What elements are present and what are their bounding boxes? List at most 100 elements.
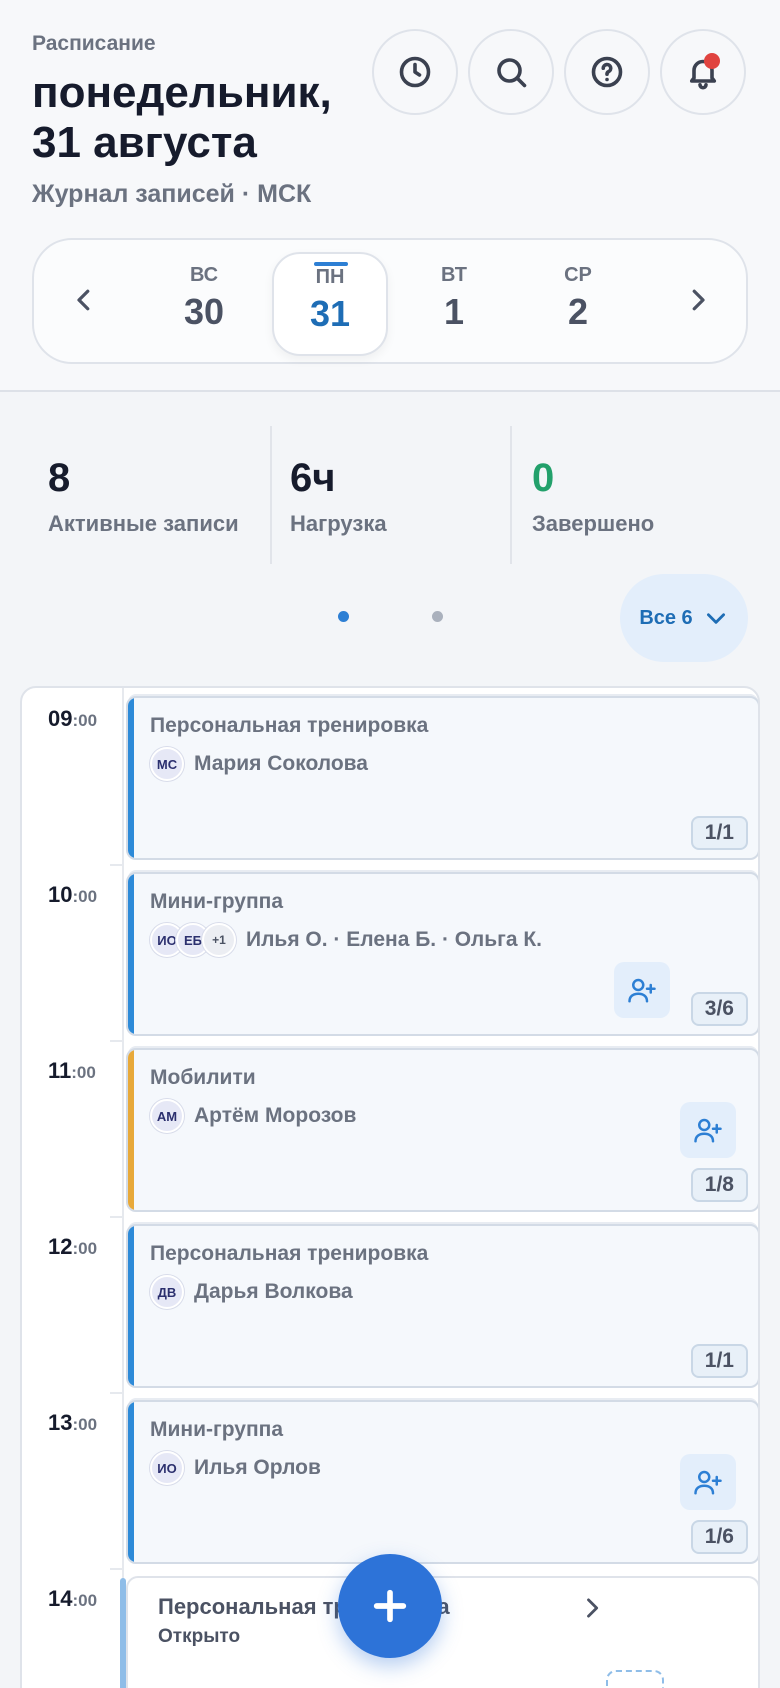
- session-title: Персональная тренировка: [150, 1242, 429, 1265]
- session-card[interactable]: Мобилити АМ Артём Морозов 1/8: [126, 1048, 758, 1212]
- open-details[interactable]: [474, 1594, 599, 1624]
- time-divider: [122, 688, 124, 1688]
- search-icon: [497, 58, 527, 88]
- user-plus-icon: [694, 1470, 722, 1495]
- filter-dropdown[interactable]: Все 6: [620, 574, 748, 662]
- day-mon-31-selected[interactable]: ПН 31: [272, 252, 388, 356]
- day-number: 30: [183, 291, 225, 332]
- slot-status: Открыто: [158, 1626, 241, 1647]
- next-day-button[interactable]: [668, 270, 728, 330]
- session-title: Мобилити: [150, 1066, 256, 1089]
- prev-day-button[interactable]: [54, 270, 114, 330]
- help-icon: [591, 56, 623, 88]
- capacity-badge: 1/6: [690, 1520, 748, 1554]
- plus-icon: [373, 1589, 407, 1623]
- capacity-badge: 1/1: [690, 1344, 748, 1378]
- stat-value: 0: [532, 456, 555, 500]
- stat-value: 8: [48, 456, 71, 500]
- stat-label: Активные записи: [48, 511, 239, 536]
- day-number: 31: [309, 293, 351, 334]
- day-of-week: ПН: [315, 266, 345, 288]
- day-of-week: СР: [564, 264, 592, 286]
- day-number: 1: [443, 291, 465, 332]
- hour-tick: [110, 1568, 124, 1570]
- help-button[interactable]: [564, 29, 650, 115]
- hour-tick: [110, 1216, 124, 1218]
- stat-completed: 0 Завершено: [508, 426, 654, 564]
- selected-indicator: [314, 262, 348, 266]
- history-button[interactable]: [372, 29, 458, 115]
- capacity-badge: 1/8: [690, 1168, 748, 1202]
- avatar: ИО: [150, 1451, 184, 1485]
- add-participant-button[interactable]: [680, 1454, 736, 1510]
- session-accent: [120, 1578, 126, 1688]
- app-header: Расписание понедельник, 31 августа Журна…: [0, 0, 780, 392]
- session-accent: [128, 874, 134, 1034]
- date-picker: ВС 30 ПН 31 ВТ 1 СР 2: [32, 238, 748, 364]
- day-sun-30[interactable]: ВС 30: [146, 252, 262, 356]
- session-accent: [128, 1402, 134, 1562]
- participant-names: Дарья Волкова: [194, 1280, 353, 1303]
- hour-tick: [110, 864, 124, 866]
- clock-icon: [399, 56, 431, 88]
- session-participants: АМ Артём Морозов: [150, 1098, 356, 1134]
- schedule-timeline: 09:00 10:00 11:00 12:00 13:00 14:00 Перс…: [20, 686, 760, 1688]
- chevron-right-icon: [692, 289, 705, 311]
- session-title: Мини-группа: [150, 890, 284, 913]
- avatar: АМ: [150, 1099, 184, 1133]
- stat-label: Завершено: [532, 511, 655, 536]
- capacity-badge: 3/6: [690, 992, 748, 1026]
- participant-names: Мария Соколова: [194, 752, 368, 775]
- day-wed-2[interactable]: СР 2: [520, 252, 636, 356]
- page-title: понедельник, 31 августа: [32, 68, 332, 167]
- capacity-badge: 1/1: [690, 816, 748, 850]
- hour-tick: [110, 1392, 124, 1394]
- user-plus-icon: [628, 978, 656, 1003]
- time-label: 14:00: [48, 1586, 98, 1611]
- session-title: Мини-группа: [150, 1418, 284, 1441]
- time-label: 12:00: [48, 1234, 98, 1259]
- session-accent: [128, 1226, 134, 1386]
- stats-panel: 8 Активные записи 6ч Нагрузка 0 Завершен…: [24, 426, 756, 564]
- open-slot-card[interactable]: Персональная тренировка Открыто: [120, 1576, 758, 1688]
- chevron-left-icon: [77, 289, 90, 311]
- time-label: 09:00: [48, 706, 98, 731]
- add-participant-button[interactable]: [680, 1102, 736, 1158]
- chevron-right-icon: [587, 1598, 599, 1618]
- participant-names: Артём Морозов: [194, 1104, 357, 1127]
- session-participants: ИО Илья Орлов: [150, 1450, 321, 1486]
- stat-load: 6ч Нагрузка: [266, 426, 387, 564]
- avatar: МС: [150, 747, 184, 781]
- session-participants: ДВ Дарья Волкова: [150, 1274, 353, 1310]
- filter-label: Все 6: [639, 606, 693, 629]
- time-label: 10:00: [48, 882, 98, 907]
- session-participants: ИО ЕБ +1 Илья О. · Елена Б. · Ольга К.: [150, 922, 542, 958]
- avatar-more: +1: [202, 923, 236, 957]
- participant-names: Илья Орлов: [194, 1456, 321, 1479]
- add-session-button[interactable]: [338, 1554, 442, 1658]
- pager-dot[interactable]: [432, 611, 443, 622]
- day-tue-1[interactable]: ВТ 1: [396, 252, 512, 356]
- session-accent: [128, 698, 134, 858]
- chevron-down-icon: [706, 613, 725, 624]
- stat-label: Нагрузка: [290, 511, 387, 536]
- session-card[interactable]: Персональная тренировка ДВ Дарья Волкова…: [126, 1224, 758, 1388]
- session-card[interactable]: Мини-группа ИО ЕБ +1 Илья О. · Елена Б. …: [126, 872, 758, 1036]
- session-card[interactable]: Мини-группа ИО Илья Орлов 1/6: [126, 1400, 758, 1564]
- notifications-button[interactable]: [660, 29, 746, 115]
- day-of-week: ВС: [189, 264, 219, 286]
- session-title: Персональная тренировка: [150, 714, 429, 737]
- notification-dot: [704, 53, 720, 69]
- pager-dot-active[interactable]: [338, 611, 349, 622]
- add-participant-button[interactable]: [614, 962, 670, 1018]
- participant-names: Илья О. · Елена Б. · Ольга К.: [246, 928, 543, 951]
- time-label: 11:00: [48, 1058, 96, 1083]
- session-accent: [128, 1050, 134, 1210]
- avatar: ДВ: [150, 1275, 184, 1309]
- session-card[interactable]: Персональная тренировка МС Мария Соколов…: [126, 696, 758, 860]
- stat-value: 6ч: [290, 456, 336, 500]
- session-participants: МС Мария Соколова: [150, 746, 368, 782]
- hour-tick: [110, 1040, 124, 1042]
- search-button[interactable]: [468, 29, 554, 115]
- add-booking-button[interactable]: [606, 1670, 664, 1688]
